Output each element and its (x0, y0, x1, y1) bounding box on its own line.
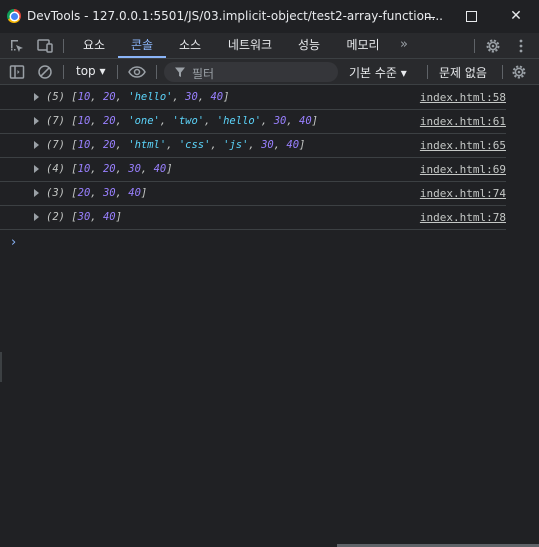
live-expression-eye-icon[interactable] (127, 63, 147, 81)
console-settings-gear-icon[interactable] (510, 63, 528, 81)
array-item: 'js' (223, 139, 249, 151)
array-item: 40 (210, 91, 224, 103)
array-item: 20 (102, 139, 116, 151)
maximize-button[interactable] (460, 6, 482, 26)
array-item: 40 (299, 115, 312, 127)
log-message: (7) [10, 20, 'one', 'two', 'hello', 30, … (46, 115, 318, 127)
toolbar-divider (156, 65, 157, 79)
array-item: 30 (185, 91, 198, 103)
array-item: 20 (102, 163, 116, 175)
filter-funnel-icon (175, 67, 185, 77)
left-edge-marker (0, 352, 2, 382)
tab-console[interactable]: 콘솔 (118, 33, 166, 58)
toolbar-divider (474, 39, 475, 53)
tab-performance[interactable]: 성능 (289, 33, 329, 58)
source-link[interactable]: index.html:61 (420, 115, 506, 128)
log-message: (3) [20, 30, 40] (46, 187, 148, 199)
source-link[interactable]: index.html:78 (420, 211, 506, 224)
array-item: 10 (77, 91, 91, 103)
array-length: (4) (46, 163, 65, 175)
context-selector[interactable]: top ▾ (76, 64, 106, 78)
array-item: 10 (77, 115, 91, 127)
expand-triangle-icon[interactable] (34, 141, 39, 149)
array-item: 30 (261, 139, 274, 151)
device-toolbar-icon[interactable] (36, 37, 54, 55)
array-length: (7) (46, 115, 65, 127)
expand-triangle-icon[interactable] (34, 213, 39, 221)
array-item: 40 (153, 163, 167, 175)
log-message: (7) [10, 20, 'html', 'css', 'js', 30, 40… (46, 139, 306, 151)
more-tabs-chevron-icon[interactable]: » (394, 33, 414, 58)
console-output: (5) [10, 20, 'hello', 30, 40] index.html:… (0, 86, 539, 547)
expand-triangle-icon[interactable] (34, 93, 39, 101)
inspect-element-icon[interactable] (8, 37, 26, 55)
array-item: 20 (102, 91, 116, 103)
console-log-row[interactable]: (4) [10, 20, 30, 40] index.html:69 (0, 158, 506, 182)
window-title: DevTools - 127.0.0.1:5501/JS/03.implicit… (27, 9, 443, 23)
expand-triangle-icon[interactable] (34, 165, 39, 173)
array-item: 40 (286, 139, 300, 151)
clear-console-icon[interactable] (36, 63, 54, 81)
source-link[interactable]: index.html:69 (420, 163, 506, 176)
source-link[interactable]: index.html:65 (420, 139, 506, 152)
expand-triangle-icon[interactable] (34, 189, 39, 197)
array-item: 10 (77, 139, 91, 151)
minimize-button[interactable] (419, 6, 441, 26)
array-length: (3) (46, 187, 65, 199)
array-item: 40 (102, 211, 116, 223)
array-item: 20 (77, 187, 91, 199)
filter-input[interactable]: 필터 (164, 62, 338, 82)
log-levels-dropdown[interactable]: 기본 수준 ▾ (349, 64, 407, 81)
panel-tab-bar: 요소 콘솔 소스 네트워크 성능 메모리 » (0, 33, 539, 59)
console-log-row[interactable]: (2) [30, 40] index.html:78 (0, 206, 506, 230)
more-options-icon[interactable] (512, 37, 530, 55)
array-item: 20 (102, 115, 116, 127)
array-item: 'one' (128, 115, 160, 127)
tab-elements[interactable]: 요소 (73, 33, 115, 58)
chrome-logo-icon (7, 9, 21, 23)
array-item: 30 (273, 115, 287, 127)
settings-gear-icon[interactable] (484, 37, 502, 55)
issues-count[interactable]: 문제 없음 (439, 64, 487, 81)
show-sidebar-icon[interactable] (8, 63, 26, 81)
array-item: 'hello' (216, 115, 262, 127)
console-toolbar: top ▾ 필터 기본 수준 ▾ 문제 없음 (0, 59, 539, 85)
console-prompt-icon[interactable]: › (11, 235, 16, 250)
array-item: 'html' (128, 139, 167, 151)
tab-memory[interactable]: 메모리 (337, 33, 389, 58)
array-item: 30 (77, 211, 91, 223)
toolbar-divider (63, 39, 64, 53)
array-item: 'hello' (128, 91, 173, 103)
array-item: 40 (128, 187, 141, 199)
toolbar-divider (63, 65, 64, 79)
source-link[interactable]: index.html:74 (420, 187, 506, 200)
array-item: 'css' (178, 139, 211, 151)
array-item: 30 (102, 187, 116, 199)
array-item: 'two' (172, 115, 205, 127)
close-button[interactable]: ✕ (505, 6, 527, 26)
toolbar-divider (427, 65, 428, 79)
array-item: 30 (128, 163, 141, 175)
console-log-row[interactable]: (7) [10, 20, 'html', 'css', 'js', 30, 40… (0, 134, 506, 158)
toolbar-divider (117, 65, 118, 79)
array-length: (5) (46, 91, 65, 103)
log-message: (4) [10, 20, 30, 40] (46, 163, 173, 175)
log-message: (5) [10, 20, 'hello', 30, 40] (46, 91, 230, 103)
array-item: 10 (77, 163, 91, 175)
tab-network[interactable]: 네트워크 (218, 33, 282, 58)
console-log-row[interactable]: (3) [20, 30, 40] index.html:74 (0, 182, 506, 206)
title-bar: DevTools - 127.0.0.1:5501/JS/03.implicit… (0, 0, 539, 33)
tab-sources[interactable]: 소스 (168, 33, 212, 58)
array-length: (7) (46, 139, 65, 151)
expand-triangle-icon[interactable] (34, 117, 39, 125)
log-message: (2) [30, 40] (46, 211, 122, 223)
toolbar-divider (502, 65, 503, 79)
source-link[interactable]: index.html:58 (420, 91, 506, 104)
array-length: (2) (46, 211, 65, 223)
filter-placeholder: 필터 (192, 67, 215, 81)
console-log-row[interactable]: (5) [10, 20, 'hello', 30, 40] index.html:… (0, 86, 506, 110)
console-log-row[interactable]: (7) [10, 20, 'one', 'two', 'hello', 30, … (0, 110, 506, 134)
